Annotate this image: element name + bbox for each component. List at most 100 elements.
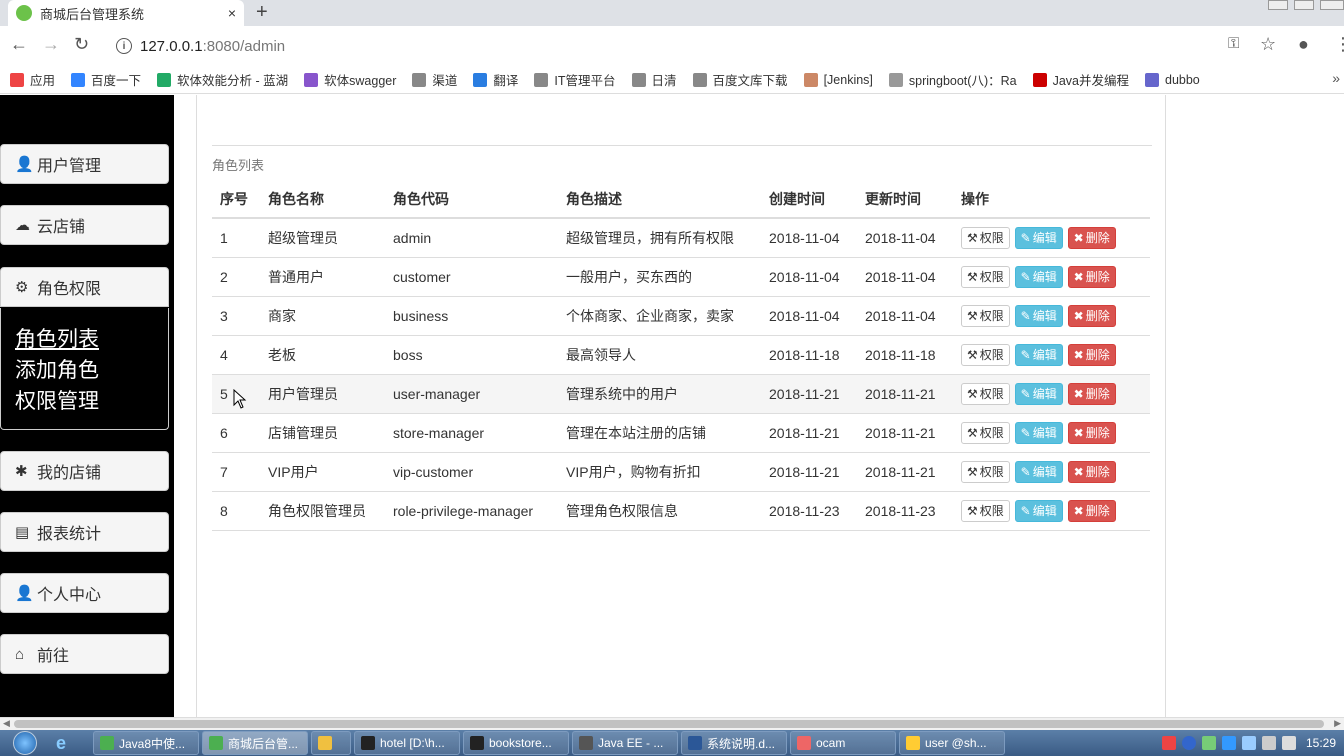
account-icon[interactable]: ●: [1298, 34, 1309, 55]
sidebar-item-reports[interactable]: ▤ 报表统计: [0, 512, 169, 552]
close-window-icon[interactable]: [1320, 0, 1344, 10]
delete-button[interactable]: ✖ 删除: [1067, 421, 1116, 444]
taskbar-app[interactable]: ocam: [790, 731, 896, 755]
help-icon[interactable]: [1181, 736, 1196, 750]
taskbar-app[interactable]: Java EE - ...: [572, 731, 678, 755]
bookmark-item[interactable]: 百度文库下载: [692, 70, 788, 89]
privilege-button[interactable]: ⚒ 权限: [961, 226, 1010, 249]
bookmark-item[interactable]: IT管理平台: [534, 70, 616, 89]
address-bar[interactable]: i 127.0.0.1:8080/admin: [104, 31, 1288, 61]
taskbar-app[interactable]: hotel [D:\h...: [354, 731, 460, 755]
delete-button[interactable]: ✖ 删除: [1067, 265, 1116, 288]
privilege-button[interactable]: ⚒ 权限: [961, 382, 1010, 405]
taskbar-app[interactable]: [311, 731, 351, 755]
sidebar-item-cloud-store[interactable]: ☁ 云店铺: [0, 205, 169, 245]
privilege-button[interactable]: ⚒ 权限: [961, 499, 1010, 522]
delete-button[interactable]: ✖ 删除: [1067, 460, 1116, 483]
bookmark-item[interactable]: 渠道: [412, 70, 457, 89]
privilege-button[interactable]: ⚒ 权限: [961, 343, 1010, 366]
ie-icon[interactable]: e: [50, 731, 90, 755]
forward-icon[interactable]: →: [42, 34, 60, 55]
clock[interactable]: 15:29: [1306, 736, 1336, 750]
taskbar-app[interactable]: bookstore...: [463, 731, 569, 755]
scrollbar-thumb[interactable]: [14, 720, 1324, 728]
delete-button[interactable]: ✖ 删除: [1067, 499, 1116, 522]
bookmark-item[interactable]: [Jenkins]: [803, 72, 873, 87]
bookmark-item[interactable]: 软体swagger: [304, 70, 396, 89]
privilege-button[interactable]: ⚒ 权限: [961, 265, 1010, 288]
delete-button[interactable]: ✖ 删除: [1067, 304, 1116, 327]
table-cell: 老板: [260, 335, 385, 375]
shield-icon[interactable]: [1241, 736, 1256, 750]
bookmark-item[interactable]: 软体效能分析 - 蓝湖: [157, 70, 288, 89]
edit-button[interactable]: ✎ 编辑: [1014, 499, 1063, 522]
edit-button[interactable]: ✎ 编辑: [1014, 343, 1063, 366]
browser-tab[interactable]: 商城后台管理系统 ×: [8, 0, 244, 26]
reload-icon[interactable]: ↻: [74, 34, 89, 55]
edit-button[interactable]: ✎ 编辑: [1014, 265, 1063, 288]
restore-icon[interactable]: [1294, 0, 1314, 10]
table-cell: 2018-11-21: [857, 452, 953, 492]
more-bookmarks-icon[interactable]: »: [1332, 70, 1340, 86]
edit-button[interactable]: ✎ 编辑: [1014, 460, 1063, 483]
edit-button[interactable]: ✎ 编辑: [1014, 304, 1063, 327]
delete-button[interactable]: ✖ 删除: [1067, 343, 1116, 366]
back-icon[interactable]: ←: [10, 34, 28, 55]
taskbar-app[interactable]: 商城后台管...: [202, 731, 308, 755]
submenu-privilege-management[interactable]: 权限管理: [15, 386, 168, 417]
button-label: 删除: [1085, 347, 1110, 362]
edit-button[interactable]: ✎ 编辑: [1014, 421, 1063, 444]
scroll-left-icon[interactable]: ◀: [3, 718, 10, 729]
bookmark-item[interactable]: dubbo: [1145, 72, 1200, 87]
table-cell: 2018-11-21: [761, 374, 857, 414]
bookmark-label: 渠道: [432, 74, 458, 88]
privilege-button[interactable]: ⚒ 权限: [961, 304, 1010, 327]
edit-button[interactable]: ✎ 编辑: [1014, 382, 1063, 405]
delete-button[interactable]: ✖ 删除: [1067, 226, 1116, 249]
sidebar-item-role-privilege[interactable]: ⚙ 角色权限: [0, 267, 169, 307]
delete-button[interactable]: ✖ 删除: [1067, 382, 1116, 405]
site-info-icon[interactable]: i: [116, 38, 132, 54]
sidebar-item-my-store[interactable]: ✱ 我的店铺: [0, 451, 169, 491]
taskbar-app[interactable]: Java8中使...: [93, 731, 199, 755]
volume-icon[interactable]: [1281, 736, 1296, 750]
bookmark-icon: [1032, 72, 1047, 87]
horizontal-scrollbar[interactable]: ◀ ▶: [0, 717, 1344, 730]
table-cell: business: [385, 296, 558, 336]
bookmark-item[interactable]: springboot(八)：Ra: [888, 70, 1017, 89]
sogou-icon[interactable]: [1161, 736, 1176, 750]
browser-tab-bar: 商城后台管理系统 × +: [0, 0, 1344, 26]
bookmark-item[interactable]: 百度一下: [71, 70, 141, 89]
wechat-icon[interactable]: [1201, 736, 1216, 750]
privilege-button[interactable]: ⚒ 权限: [961, 460, 1010, 483]
taskbar-app[interactable]: 系统说明.d...: [681, 731, 787, 755]
pencil-icon: ✎: [1020, 503, 1031, 518]
url-text[interactable]: 127.0.0.1:8080/admin: [140, 38, 285, 55]
bookmark-item[interactable]: 日清: [631, 70, 677, 89]
table-cell: store-manager: [385, 413, 558, 453]
sidebar-item-goto[interactable]: ⌂ 前往: [0, 634, 169, 674]
edit-button[interactable]: ✎ 编辑: [1014, 226, 1063, 249]
star-icon[interactable]: ☆: [1260, 34, 1276, 55]
scroll-right-icon[interactable]: ▶: [1334, 718, 1341, 729]
taskbar-app-label: ocam: [816, 736, 846, 750]
minimize-icon[interactable]: [1268, 0, 1288, 10]
start-button[interactable]: [0, 730, 50, 756]
taskbar-app[interactable]: user @sh...: [899, 731, 1005, 755]
new-tab-button[interactable]: +: [256, 1, 268, 24]
submenu-role-list[interactable]: 角色列表: [15, 324, 168, 355]
key-icon[interactable]: ⚿: [1228, 35, 1239, 52]
menu-dots-icon[interactable]: ⋮: [1334, 34, 1344, 55]
sidebar-item-profile[interactable]: 👤 个人中心: [0, 573, 169, 613]
bookmark-item[interactable]: Java并发编程: [1032, 70, 1129, 89]
network-icon[interactable]: [1261, 736, 1276, 750]
bookmark-item[interactable]: 应用: [10, 70, 55, 89]
bookmark-icon: [412, 72, 427, 87]
submenu-add-role[interactable]: 添加角色: [15, 355, 168, 386]
table-cell: 管理在本站注册的店铺: [558, 413, 761, 453]
privilege-button[interactable]: ⚒ 权限: [961, 421, 1010, 444]
close-tab-icon[interactable]: ×: [228, 5, 236, 21]
bookmark-item[interactable]: 翻译: [473, 70, 518, 89]
bluetooth-icon[interactable]: [1221, 736, 1236, 750]
sidebar-item-users[interactable]: 👤 用户管理: [0, 144, 169, 184]
